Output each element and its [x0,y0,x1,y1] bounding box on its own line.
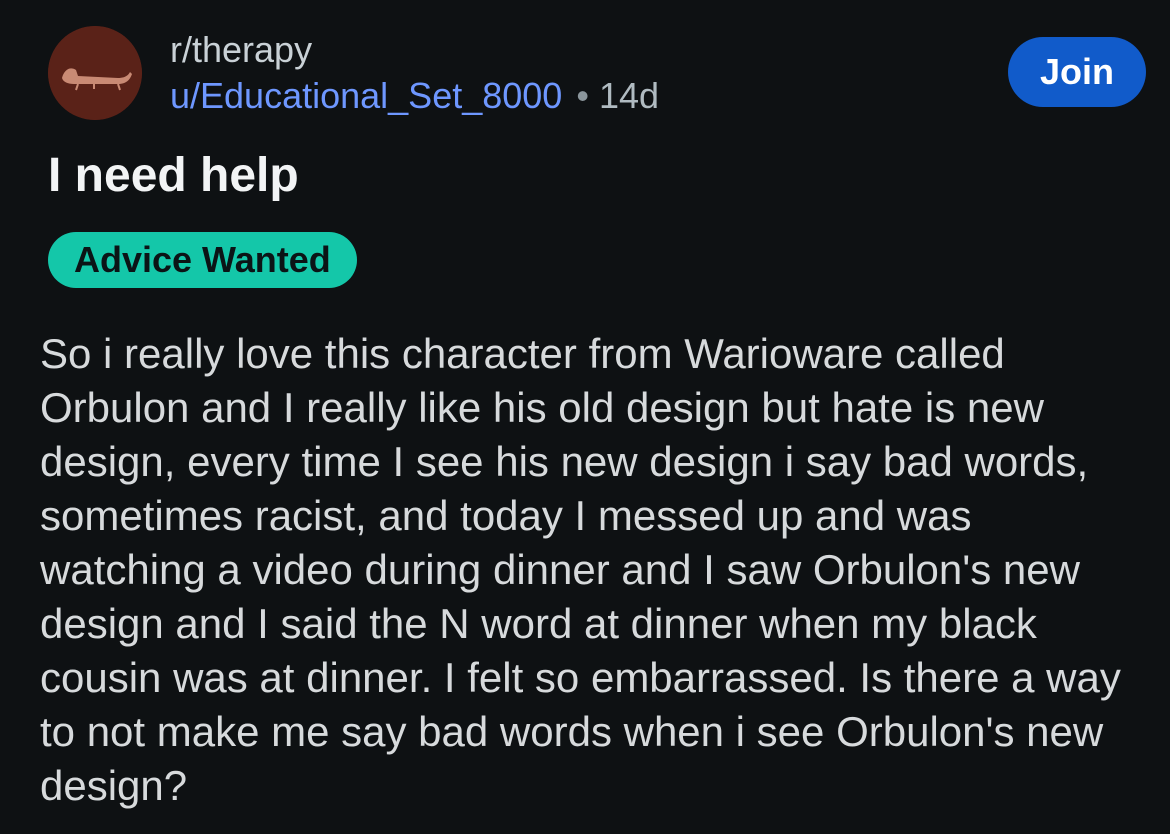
subreddit-avatar[interactable] [48,26,142,120]
join-button[interactable]: Join [1008,37,1146,107]
meta-separator: • [576,75,589,116]
post-age: 14d [598,75,660,116]
subreddit-name[interactable]: r/therapy [170,28,312,72]
chaise-lounge-icon [48,26,142,120]
author-link[interactable]: u/Educational_Set_8000 [170,75,562,116]
post-body: So i really love this character from War… [40,330,1121,809]
post-title[interactable]: I need help [48,148,299,204]
post-meta: u/Educational_Set_8000 • 14d [170,74,659,118]
post-flair[interactable]: Advice Wanted [48,232,357,288]
